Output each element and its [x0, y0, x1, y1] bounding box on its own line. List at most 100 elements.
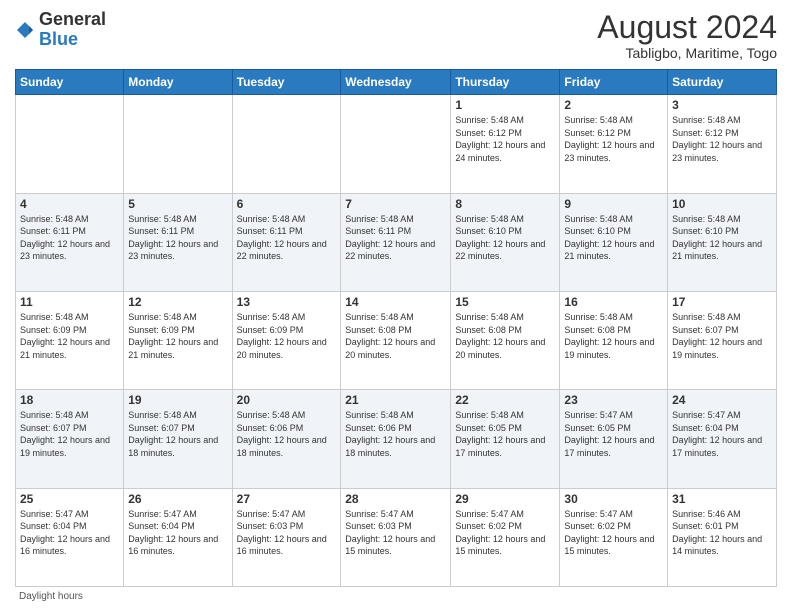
day-info: Sunrise: 5:46 AM Sunset: 6:01 PM Dayligh…: [672, 508, 772, 558]
day-number: 22: [455, 393, 555, 407]
day-number: 17: [672, 295, 772, 309]
day-number: 9: [564, 197, 663, 211]
day-info: Sunrise: 5:47 AM Sunset: 6:03 PM Dayligh…: [345, 508, 446, 558]
header: General Blue August 2024 Tabligbo, Marit…: [15, 10, 777, 61]
day-info: Sunrise: 5:47 AM Sunset: 6:02 PM Dayligh…: [564, 508, 663, 558]
day-cell: 6Sunrise: 5:48 AM Sunset: 6:11 PM Daylig…: [232, 193, 341, 291]
logo: General Blue: [15, 10, 106, 50]
calendar-table: SundayMondayTuesdayWednesdayThursdayFrid…: [15, 69, 777, 587]
day-number: 18: [20, 393, 119, 407]
day-info: Sunrise: 5:48 AM Sunset: 6:09 PM Dayligh…: [128, 311, 227, 361]
day-cell: 17 Sunrise: 5:48 AM Sunset: 6:07 PM Dayli…: [668, 291, 777, 389]
day-info: Sunrise: 5:47 AM Sunset: 6:04 PM Dayligh…: [128, 508, 227, 558]
day-info: Sunrise: 5:48 AM Sunset: 6:06 PM Dayligh…: [345, 409, 446, 459]
day-info: Sunrise: 5:48 AM Sunset: 6:11 PM Dayligh…: [345, 213, 446, 263]
day-info: Sunrise: 5:48 AM Sunset: 6:12 PM Dayligh…: [672, 114, 772, 164]
day-info: Sunrise: 5:48 AM Sunset: 6:05 PM Dayligh…: [455, 409, 555, 459]
week-row-1: 4 Sunrise: 5:48 AM Sunset: 6:11 PM Daylig…: [16, 193, 777, 291]
day-number: 11: [20, 295, 119, 309]
day-cell: 13 Sunrise: 5:48 AM Sunset: 6:09 PM Dayli…: [232, 291, 341, 389]
day-number: 7: [345, 197, 446, 211]
day-number: 19: [128, 393, 227, 407]
day-info: Sunrise: 5:47 AM Sunset: 6:02 PM Dayligh…: [455, 508, 555, 558]
week-row-2: 11 Sunrise: 5:48 AM Sunset: 6:09 PM Dayli…: [16, 291, 777, 389]
day-number: 14: [345, 295, 446, 309]
day-number: 4: [20, 197, 119, 211]
logo-icon: [15, 20, 35, 40]
day-cell: 9Sunrise: 5:48 AM Sunset: 6:10 PM Daylig…: [560, 193, 668, 291]
day-cell: 4 Sunrise: 5:48 AM Sunset: 6:11 PM Daylig…: [16, 193, 124, 291]
week-row-3: 18 Sunrise: 5:48 AM Sunset: 6:07 PM Dayli…: [16, 390, 777, 488]
logo-general: General: [39, 10, 106, 30]
day-info: Sunrise: 5:48 AM Sunset: 6:07 PM Dayligh…: [20, 409, 119, 459]
day-number: 21: [345, 393, 446, 407]
footer: Daylight hours: [15, 591, 777, 602]
day-info: Sunrise: 5:48 AM Sunset: 6:06 PM Dayligh…: [237, 409, 337, 459]
day-number: 20: [237, 393, 337, 407]
day-cell: 31 Sunrise: 5:46 AM Sunset: 6:01 PM Dayli…: [668, 488, 777, 586]
day-number: 16: [564, 295, 663, 309]
day-info: Sunrise: 5:48 AM Sunset: 6:12 PM Dayligh…: [455, 114, 555, 164]
day-number: 25: [20, 492, 119, 506]
day-info: Sunrise: 5:48 AM Sunset: 6:09 PM Dayligh…: [237, 311, 337, 361]
day-cell: 7 Sunrise: 5:48 AM Sunset: 6:11 PM Daylig…: [341, 193, 451, 291]
day-cell: 1 Sunrise: 5:48 AM Sunset: 6:12 PM Daylig…: [451, 95, 560, 193]
page: General Blue August 2024 Tabligbo, Marit…: [0, 0, 792, 612]
day-cell: 15Sunrise: 5:48 AM Sunset: 6:08 PM Dayli…: [451, 291, 560, 389]
day-cell: 11 Sunrise: 5:48 AM Sunset: 6:09 PM Dayli…: [16, 291, 124, 389]
day-number: 30: [564, 492, 663, 506]
day-info: Sunrise: 5:47 AM Sunset: 6:03 PM Dayligh…: [237, 508, 337, 558]
day-number: 13: [237, 295, 337, 309]
day-number: 12: [128, 295, 227, 309]
title-block: August 2024 Tabligbo, Maritime, Togo: [597, 10, 777, 61]
day-number: 1: [455, 98, 555, 112]
day-cell: 2Sunrise: 5:48 AM Sunset: 6:12 PM Daylig…: [560, 95, 668, 193]
day-info: Sunrise: 5:48 AM Sunset: 6:11 PM Dayligh…: [20, 213, 119, 263]
day-cell: [16, 95, 124, 193]
day-cell: 20 Sunrise: 5:48 AM Sunset: 6:06 PM Dayli…: [232, 390, 341, 488]
day-number: 2: [564, 98, 663, 112]
day-cell: 25Sunrise: 5:47 AM Sunset: 6:04 PM Dayli…: [16, 488, 124, 586]
day-cell: 8 Sunrise: 5:48 AM Sunset: 6:10 PM Daylig…: [451, 193, 560, 291]
day-cell: 12 Sunrise: 5:48 AM Sunset: 6:09 PM Dayli…: [124, 291, 232, 389]
day-info: Sunrise: 5:48 AM Sunset: 6:07 PM Dayligh…: [672, 311, 772, 361]
day-info: Sunrise: 5:48 AM Sunset: 6:08 PM Dayligh…: [564, 311, 663, 361]
day-cell: 30 Sunrise: 5:47 AM Sunset: 6:02 PM Dayli…: [560, 488, 668, 586]
day-number: 28: [345, 492, 446, 506]
header-cell-thursday: Thursday: [451, 70, 560, 95]
day-cell: 26Sunrise: 5:47 AM Sunset: 6:04 PM Dayli…: [124, 488, 232, 586]
main-title: August 2024: [597, 10, 777, 45]
day-number: 10: [672, 197, 772, 211]
day-number: 31: [672, 492, 772, 506]
day-info: Sunrise: 5:48 AM Sunset: 6:09 PM Dayligh…: [20, 311, 119, 361]
day-cell: 3Sunrise: 5:48 AM Sunset: 6:12 PM Daylig…: [668, 95, 777, 193]
logo-blue: Blue: [39, 30, 106, 50]
day-number: 27: [237, 492, 337, 506]
footer-text: Daylight hours: [19, 591, 83, 602]
day-number: 29: [455, 492, 555, 506]
week-row-0: 1 Sunrise: 5:48 AM Sunset: 6:12 PM Daylig…: [16, 95, 777, 193]
day-info: Sunrise: 5:48 AM Sunset: 6:10 PM Dayligh…: [455, 213, 555, 263]
day-cell: 18 Sunrise: 5:48 AM Sunset: 6:07 PM Dayli…: [16, 390, 124, 488]
day-cell: 14Sunrise: 5:48 AM Sunset: 6:08 PM Dayli…: [341, 291, 451, 389]
day-number: 8: [455, 197, 555, 211]
day-cell: 5 Sunrise: 5:48 AM Sunset: 6:11 PM Daylig…: [124, 193, 232, 291]
logo-text: General Blue: [39, 10, 106, 50]
subtitle: Tabligbo, Maritime, Togo: [597, 45, 777, 61]
day-info: Sunrise: 5:48 AM Sunset: 6:08 PM Dayligh…: [455, 311, 555, 361]
week-row-4: 25 Sunrise: 5:47 AM Sunset: 6:04 PM Dayli…: [16, 488, 777, 586]
day-cell: 19 Sunrise: 5:48 AM Sunset: 6:07 PM Dayli…: [124, 390, 232, 488]
day-info: Sunrise: 5:48 AM Sunset: 6:11 PM Dayligh…: [128, 213, 227, 263]
day-info: Sunrise: 5:48 AM Sunset: 6:07 PM Dayligh…: [128, 409, 227, 459]
day-cell: 16 Sunrise: 5:48 AM Sunset: 6:08 PM Dayli…: [560, 291, 668, 389]
day-info: Sunrise: 5:47 AM Sunset: 6:05 PM Dayligh…: [564, 409, 663, 459]
day-number: 5: [128, 197, 227, 211]
day-info: Sunrise: 5:48 AM Sunset: 6:11 PM Dayligh…: [237, 213, 337, 263]
day-cell: 28 Sunrise: 5:47 AM Sunset: 6:03 PM Dayli…: [341, 488, 451, 586]
day-cell: 27 Sunrise: 5:47 AM Sunset: 6:03 PM Dayli…: [232, 488, 341, 586]
day-number: 24: [672, 393, 772, 407]
day-info: Sunrise: 5:47 AM Sunset: 6:04 PM Dayligh…: [672, 409, 772, 459]
day-cell: [341, 95, 451, 193]
header-cell-saturday: Saturday: [668, 70, 777, 95]
day-cell: [124, 95, 232, 193]
